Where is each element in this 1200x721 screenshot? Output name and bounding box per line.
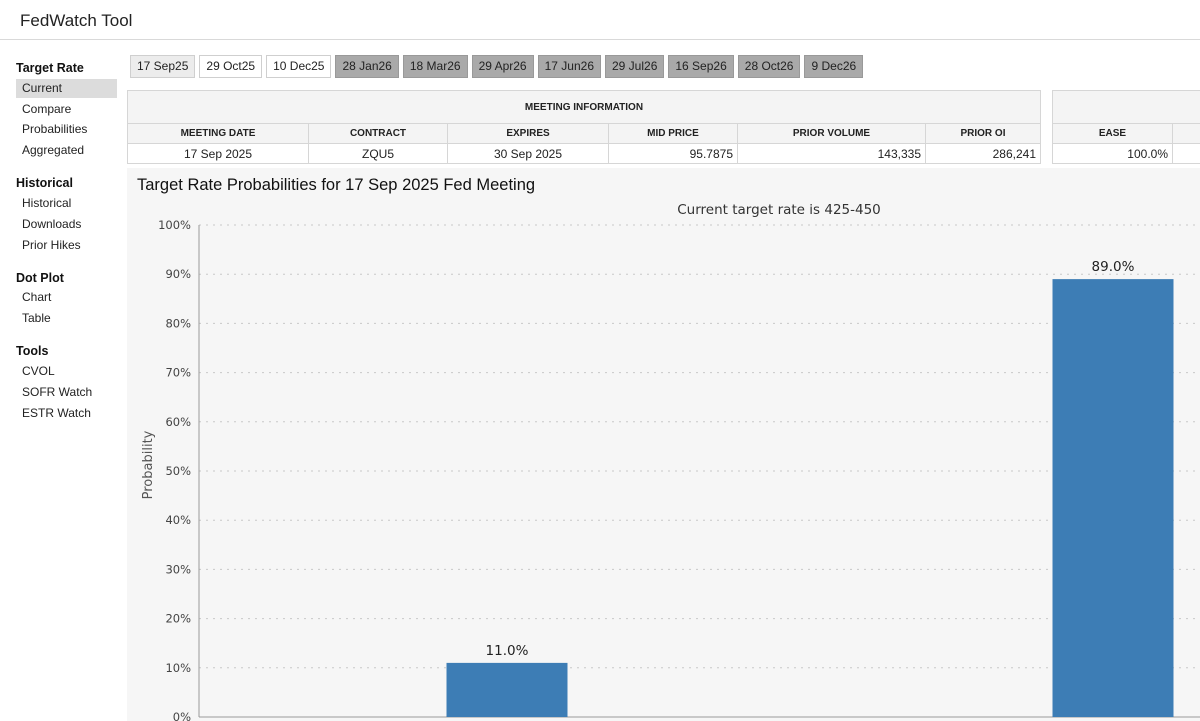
tab-28-jan26[interactable]: 28 Jan26	[335, 55, 399, 78]
bar-data-label: 11.0%	[486, 643, 529, 659]
app-header: FedWatch Tool	[0, 0, 1200, 40]
col-prior-volume: PRIOR VOLUME	[737, 123, 926, 144]
cell-expires: 30 Sep 2025	[447, 143, 609, 164]
tab-9-dec26[interactable]: 9 Dec26	[804, 55, 864, 78]
y-tick-label: 90%	[165, 267, 191, 281]
y-tick-label: 30%	[165, 562, 191, 576]
col-next	[1172, 123, 1200, 144]
cell-prior-oi: 286,241	[925, 143, 1041, 164]
tab-29-jul26[interactable]: 29 Jul26	[605, 55, 665, 78]
sidebar-item-cvol[interactable]: CVOL	[16, 362, 117, 381]
sidebar-item-downloads[interactable]: Downloads	[16, 215, 117, 234]
table-row: 17 Sep 2025 ZQU5 30 Sep 2025 95.7875 143…	[127, 143, 1041, 164]
chart-title: Target Rate Probabilities for 17 Sep 202…	[137, 176, 536, 194]
tab-28-oct26[interactable]: 28 Oct26	[737, 55, 801, 78]
y-tick-label: 40%	[165, 513, 191, 527]
tab-18-mar26[interactable]: 18 Mar26	[402, 55, 468, 78]
bar	[446, 662, 568, 717]
y-tick-label: 50%	[165, 464, 191, 478]
y-tick-label: 100%	[158, 218, 191, 232]
sidebar-section-title: Dot Plot	[16, 270, 64, 285]
tab-16-sep26[interactable]: 16 Sep26	[668, 55, 734, 78]
sidebar-item-estr-watch[interactable]: ESTR Watch	[16, 404, 117, 423]
col-expires: EXPIRES	[447, 123, 609, 144]
cell-prior-volume: 143,335	[737, 143, 926, 164]
sidebar-item-sofr-watch[interactable]: SOFR Watch	[16, 383, 117, 402]
tab-17-sep25[interactable]: 17 Sep25	[130, 55, 196, 78]
chart-subtitle: Current target rate is 425-450	[677, 202, 881, 218]
tab-29-apr26[interactable]: 29 Apr26	[471, 55, 534, 78]
meeting-info-caption: MEETING INFORMATION	[127, 90, 1041, 124]
sidebar-item-table[interactable]: Table	[16, 309, 117, 328]
sidebar-item-aggregated[interactable]: Aggregated	[16, 141, 117, 160]
bar	[1052, 279, 1174, 717]
y-tick-label: 80%	[165, 316, 191, 330]
col-prior-oi: PRIOR OI	[925, 123, 1041, 144]
app-title: FedWatch Tool	[20, 11, 133, 30]
col-ease: EASE	[1052, 123, 1173, 144]
bar-data-label: 89.0%	[1092, 259, 1135, 275]
y-tick-label: 70%	[165, 366, 191, 380]
cell-meeting-date: 17 Sep 2025	[127, 143, 309, 164]
sidebar-item-current[interactable]: Current	[16, 78, 117, 98]
sidebar-item-probabilities[interactable]: Probabilities	[16, 120, 117, 139]
col-mid-price: MID PRICE	[608, 123, 738, 144]
cell-ease: 100.0%	[1052, 143, 1173, 164]
y-tick-label: 10%	[165, 661, 191, 675]
col-meeting-date: MEETING DATE	[127, 123, 309, 144]
sidebar-item-historical[interactable]: Historical	[16, 194, 117, 213]
sidebar-nav: Target Rate Current Compare Probabilities Ag…	[0, 52, 125, 423]
meeting-date-tabs: 17 Sep25 29 Oct25 10 Dec25 28 Jan26 18 Mar26…	[130, 55, 864, 78]
probabilities-table: EASE 100.0%	[1052, 90, 1200, 164]
cell-mid-price: 95.7875	[608, 143, 738, 164]
y-axis-label: Probability	[141, 430, 156, 499]
meeting-info-table: MEETING INFORMATION MEETING DATE CONTRAC…	[127, 90, 1041, 164]
probabilities-caption	[1052, 90, 1200, 124]
sidebar-item-compare[interactable]: Compare	[16, 100, 117, 119]
table-row: 100.0%	[1052, 143, 1200, 164]
probability-bar-chart: 0% 10% 20% 30% 40% 50% 60% 70% 80% 90% 100% Current…	[141, 202, 1200, 721]
sidebar-item-prior-hikes[interactable]: Prior Hikes	[16, 236, 117, 255]
y-tick-label: 20%	[165, 612, 191, 626]
cell-contract: ZQU5	[308, 143, 448, 164]
sidebar-section-title: Target Rate	[16, 61, 84, 75]
y-tick-label: 60%	[165, 415, 191, 429]
tab-17-jun26[interactable]: 17 Jun26	[537, 55, 601, 78]
sidebar-item-chart[interactable]: Chart	[16, 288, 117, 307]
tab-29-oct25[interactable]: 29 Oct25	[199, 55, 263, 78]
cell-next	[1172, 143, 1200, 164]
y-tick-label: 0%	[173, 710, 191, 721]
tab-10-dec25[interactable]: 10 Dec25	[266, 55, 332, 78]
sidebar-section-title: Historical	[16, 176, 73, 191]
col-contract: CONTRACT	[308, 123, 448, 144]
sidebar-section-title: Tools	[16, 344, 49, 359]
